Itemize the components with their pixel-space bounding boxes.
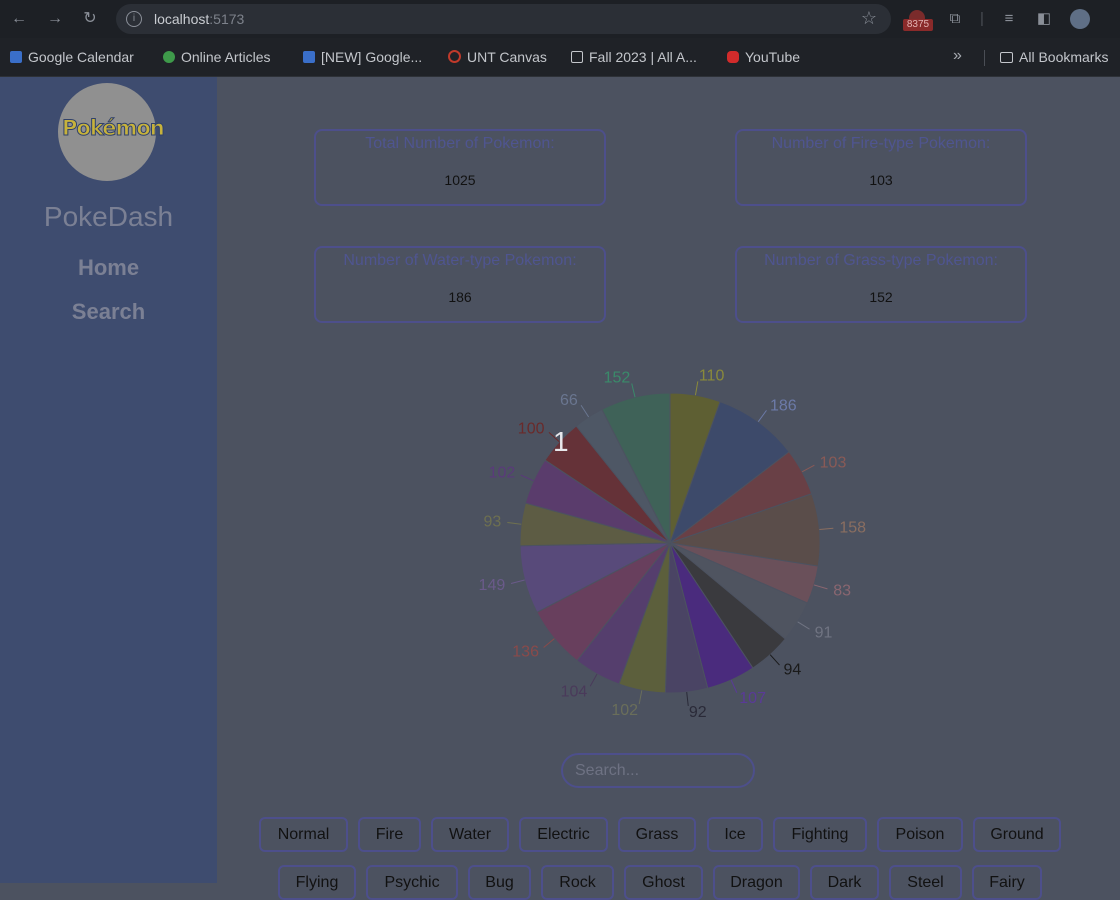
type-button-water[interactable]: Water xyxy=(431,817,509,852)
search-input[interactable] xyxy=(561,753,755,788)
extension-icon[interactable]: 8375 xyxy=(903,10,933,32)
bookmark-youtube[interactable]: YouTube xyxy=(727,48,800,66)
pie-label-line xyxy=(819,527,834,531)
folder-icon xyxy=(1000,52,1013,63)
pie-label-line xyxy=(757,410,767,422)
pokemon-logo: Pokémon xyxy=(58,83,165,181)
pie-value-label: 92 xyxy=(689,704,707,721)
stat-value: 1025 xyxy=(444,172,476,188)
browser-toolbar: ← → ↻ i localhost:5173 ☆ 8375 ⧉ | ≡ ◧ xyxy=(0,0,1120,38)
chart-overlay-label: 1 xyxy=(553,426,569,457)
pie-label-line xyxy=(631,383,636,398)
stat-card-water: Number of Water-type Pokemon: 186 xyxy=(314,246,606,323)
chevron-double-right-icon[interactable]: » xyxy=(953,47,962,65)
puzzle-extensions-icon[interactable]: ⧉ xyxy=(944,8,966,30)
pie-label-line xyxy=(797,621,810,630)
pie-label-line xyxy=(543,638,555,648)
type-button-normal[interactable]: Normal xyxy=(259,817,348,852)
type-button-fighting[interactable]: Fighting xyxy=(773,817,867,852)
type-distribution-pie-chart[interactable]: 110 186 103 158 83 91 94 107 92 102 104 136 149 93 102… xyxy=(440,345,900,735)
pie-label-line xyxy=(694,381,699,396)
pie-label-line xyxy=(730,679,738,693)
side-panel-icon[interactable]: ◧ xyxy=(1033,8,1055,30)
forward-arrow-icon[interactable]: → xyxy=(44,8,66,30)
pie-label-line xyxy=(589,673,598,687)
stat-label: Number of Water-type Pokemon: xyxy=(343,252,577,269)
bookmark-fall-2023[interactable]: Fall 2023 | All A... xyxy=(571,48,697,66)
pie-value-label: 104 xyxy=(561,684,588,701)
youtube-icon xyxy=(727,51,739,63)
nav-home-link[interactable]: Home xyxy=(0,255,217,281)
pie-value-label: 102 xyxy=(611,702,638,719)
pie-value-label: 149 xyxy=(479,577,506,594)
pie-label-line xyxy=(769,654,780,666)
type-button-electric[interactable]: Electric xyxy=(519,817,608,852)
pie-value-label: 66 xyxy=(560,392,578,409)
pie-value-label: 94 xyxy=(784,662,802,679)
pie-value-label: 83 xyxy=(833,583,851,600)
pie-label-line xyxy=(801,464,815,473)
calendar-icon xyxy=(303,51,315,63)
reload-icon[interactable]: ↻ xyxy=(79,8,101,30)
bookmark-google-calendar[interactable]: Google Calendar xyxy=(10,48,134,66)
type-button-poison[interactable]: Poison xyxy=(877,817,963,852)
pie-value-label: 91 xyxy=(815,624,833,641)
pie-label-line xyxy=(510,579,525,584)
globe-icon xyxy=(163,51,175,63)
pie-value-label: 103 xyxy=(820,454,847,471)
pie-value-label: 110 xyxy=(699,367,725,384)
pie-value-label: 152 xyxy=(604,370,631,387)
stat-value: 186 xyxy=(448,289,472,305)
app-title: PokeDash xyxy=(43,201,174,232)
stat-value: 152 xyxy=(869,289,893,305)
url-text: localhost:5173 xyxy=(154,11,245,27)
type-button-ice[interactable]: Ice xyxy=(707,817,763,852)
media-controls-icon[interactable]: ≡ xyxy=(998,8,1020,30)
toolbar-divider: | xyxy=(980,10,984,27)
bookmark-online-articles[interactable]: Online Articles xyxy=(163,48,270,66)
pie-label-line xyxy=(520,474,534,482)
site-info-icon[interactable]: i xyxy=(126,11,142,27)
pie-value-label: 107 xyxy=(739,690,766,707)
stat-card-total: Total Number of Pokemon: 1025 xyxy=(314,129,606,206)
stat-label: Number of Grass-type Pokemon: xyxy=(764,252,998,269)
type-button-ground[interactable]: Ground xyxy=(973,817,1061,852)
pie-value-label: 158 xyxy=(839,520,866,537)
stat-card-fire: Number of Fire-type Pokemon: 103 xyxy=(735,129,1027,206)
pie-label-line xyxy=(638,690,643,705)
pie-value-label: 100 xyxy=(518,420,545,437)
all-bookmarks-folder[interactable]: All Bookmarks xyxy=(1000,48,1108,66)
pie-value-label: 102 xyxy=(489,465,516,482)
sidebar: Pokémon PokeDash Home Search xyxy=(0,77,217,883)
stat-label: Total Number of Pokemon: xyxy=(365,135,555,152)
pie-value-label: 93 xyxy=(484,514,502,531)
type-button-fire[interactable]: Fire xyxy=(358,817,421,852)
stat-label: Number of Fire-type Pokemon: xyxy=(771,135,991,152)
pie-label-line xyxy=(580,404,590,418)
pie-label-line xyxy=(507,521,522,525)
nav-search-link[interactable]: Search xyxy=(0,299,217,325)
calendar-icon xyxy=(10,51,22,63)
back-arrow-icon[interactable]: ← xyxy=(8,8,30,30)
bookmark-unt-canvas[interactable]: UNT Canvas xyxy=(448,48,547,66)
stat-card-grass: Number of Grass-type Pokemon: 152 xyxy=(735,246,1027,323)
notion-icon xyxy=(571,51,583,63)
bookmark-star-icon[interactable]: ☆ xyxy=(861,8,877,29)
extension-badge-count: 8375 xyxy=(903,19,933,31)
bookmark-google-new[interactable]: [NEW] Google... xyxy=(303,48,422,66)
stat-value: 103 xyxy=(869,172,893,188)
type-button-grass[interactable]: Grass xyxy=(618,817,696,852)
canvas-icon xyxy=(448,50,461,63)
pie-label-line xyxy=(813,584,828,590)
pie-value-label: 136 xyxy=(512,643,539,660)
bookmarks-divider xyxy=(984,50,985,66)
profile-avatar[interactable] xyxy=(1070,9,1090,29)
pie-value-label: 186 xyxy=(770,398,797,415)
bookmarks-bar: Google Calendar Online Articles [NEW] Go… xyxy=(0,38,1120,77)
address-bar[interactable]: i localhost:5173 ☆ xyxy=(116,4,891,34)
